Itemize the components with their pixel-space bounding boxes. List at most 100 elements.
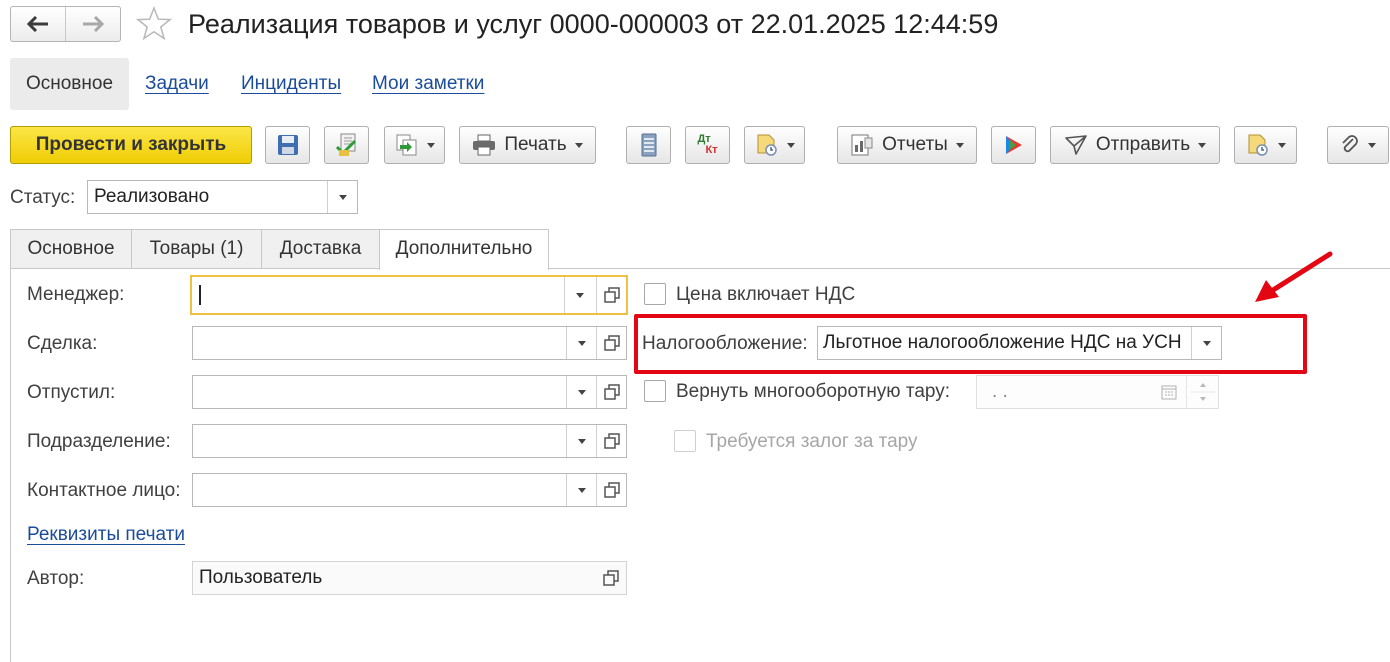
section-tab-incidents[interactable]: Инциденты xyxy=(241,58,341,110)
chevron-down-icon xyxy=(426,142,435,148)
author-open-button[interactable] xyxy=(596,562,626,594)
calendar-button[interactable] xyxy=(1154,376,1184,408)
tab-goods[interactable]: Товары (1) xyxy=(131,229,262,269)
history-nav xyxy=(10,6,121,42)
price-includes-vat-checkbox[interactable] xyxy=(644,283,666,305)
save-button[interactable] xyxy=(265,126,310,164)
tab-delivery[interactable]: Доставка xyxy=(261,229,380,269)
chevron-down-icon xyxy=(1277,142,1286,148)
open-window-icon xyxy=(603,570,619,586)
chevron-down-icon xyxy=(577,389,586,395)
chevron-down-icon xyxy=(574,142,583,148)
section-tab-tasks[interactable]: Задачи xyxy=(145,58,209,110)
back-button[interactable] xyxy=(11,7,65,41)
paper-plane-icon xyxy=(1065,135,1087,155)
create-based-on-icon xyxy=(396,134,416,156)
department-dropdown-button[interactable] xyxy=(566,425,596,457)
manager-label: Менеджер: xyxy=(27,284,125,305)
dtkt-icon: Дт Кт xyxy=(697,134,717,156)
deal-open-button[interactable] xyxy=(596,327,626,359)
return-tare-date-field[interactable]: . . xyxy=(976,375,1219,409)
date-spinner[interactable] xyxy=(1186,376,1218,408)
tab-main[interactable]: Основное xyxy=(10,229,132,269)
chevron-down-icon xyxy=(577,340,586,346)
reports-button[interactable]: Отчеты xyxy=(837,126,977,164)
contact-open-button[interactable] xyxy=(596,474,626,506)
manager-dropdown-button[interactable] xyxy=(564,277,594,313)
chevron-down-icon xyxy=(577,438,586,444)
chevron-down-icon xyxy=(575,292,584,298)
forward-button[interactable] xyxy=(65,7,120,41)
chevron-down-icon xyxy=(1368,142,1376,148)
dtkt-button[interactable]: Дт Кт xyxy=(685,126,730,164)
chevron-down-icon xyxy=(1198,142,1207,148)
deal-field[interactable] xyxy=(192,326,627,360)
return-tare-date-value: . . xyxy=(992,381,1008,402)
calendar-icon xyxy=(1161,385,1177,400)
print-label: Печать xyxy=(504,134,567,155)
text-cursor xyxy=(199,285,201,305)
manager-open-button[interactable] xyxy=(596,277,626,313)
deal-label: Сделка: xyxy=(27,333,98,354)
post-and-close-label: Провести и закрыть xyxy=(35,134,227,155)
favorite-star-icon[interactable] xyxy=(135,5,173,42)
arrow-left-icon xyxy=(27,16,48,32)
send-label: Отправить xyxy=(1095,134,1191,155)
contact-dropdown-button[interactable] xyxy=(566,474,596,506)
edo-icon xyxy=(1005,136,1022,154)
department-field[interactable] xyxy=(192,424,627,458)
open-window-icon xyxy=(603,335,620,351)
tab-additional[interactable]: Дополнительно xyxy=(379,229,549,270)
section-tab-main[interactable]: Основное xyxy=(10,58,129,110)
author-field[interactable]: Пользователь xyxy=(192,561,627,595)
dtkt-bottom: Кт xyxy=(705,144,718,156)
reports-label: Отчеты xyxy=(882,134,948,155)
status-value: Реализовано xyxy=(94,186,210,207)
spinner-arrows-icon xyxy=(1191,383,1215,401)
related-documents-icon xyxy=(1248,134,1268,156)
print-props-link[interactable]: Реквизиты печати xyxy=(27,524,185,546)
annotation-arrow-icon xyxy=(1255,251,1333,302)
open-window-icon xyxy=(603,287,620,303)
released-label: Отпустил: xyxy=(27,382,116,403)
panel-border xyxy=(10,268,11,662)
released-field[interactable] xyxy=(192,375,627,409)
deal-dropdown-button[interactable] xyxy=(566,327,596,359)
edo-button[interactable] xyxy=(991,126,1036,164)
price-includes-vat-label: Цена включает НДС xyxy=(676,284,856,305)
author-label: Автор: xyxy=(27,568,85,589)
post-button[interactable] xyxy=(324,126,369,164)
return-tare-checkbox[interactable] xyxy=(644,380,666,402)
deposit-required-checkbox[interactable] xyxy=(674,430,696,452)
post-and-close-button[interactable]: Провести и закрыть xyxy=(10,126,252,164)
highlight-frame xyxy=(634,314,1307,374)
open-window-icon xyxy=(603,482,620,498)
return-tare-label: Вернуть многооборотную тару: xyxy=(676,381,951,402)
department-label: Подразделение: xyxy=(27,431,171,452)
arrow-right-icon xyxy=(83,16,104,32)
open-window-icon xyxy=(603,433,620,449)
chevron-down-icon xyxy=(338,194,347,200)
department-open-button[interactable] xyxy=(596,425,626,457)
status-label: Статус: xyxy=(10,187,76,208)
status-select[interactable]: Реализовано xyxy=(87,180,358,214)
status-dropdown-button[interactable] xyxy=(327,181,357,213)
attachments-button[interactable] xyxy=(1327,126,1389,164)
structure-button[interactable] xyxy=(626,126,671,164)
chevron-down-icon xyxy=(955,142,964,148)
related-documents-button[interactable] xyxy=(744,126,805,164)
send-button[interactable]: Отправить xyxy=(1050,126,1220,164)
released-open-button[interactable] xyxy=(596,376,626,408)
print-button[interactable]: Печать xyxy=(459,126,596,164)
more-documents-button[interactable] xyxy=(1234,126,1297,164)
create-based-on-button[interactable] xyxy=(384,126,445,164)
section-tab-notes[interactable]: Мои заметки xyxy=(372,58,484,110)
manager-field[interactable] xyxy=(190,275,628,315)
printer-icon xyxy=(473,134,496,156)
report-icon xyxy=(851,134,873,156)
contact-field[interactable] xyxy=(192,473,627,507)
tab-divider xyxy=(10,268,1390,269)
open-window-icon xyxy=(603,384,620,400)
released-dropdown-button[interactable] xyxy=(566,376,596,408)
deposit-required-label: Требуется залог за тару xyxy=(706,431,918,452)
